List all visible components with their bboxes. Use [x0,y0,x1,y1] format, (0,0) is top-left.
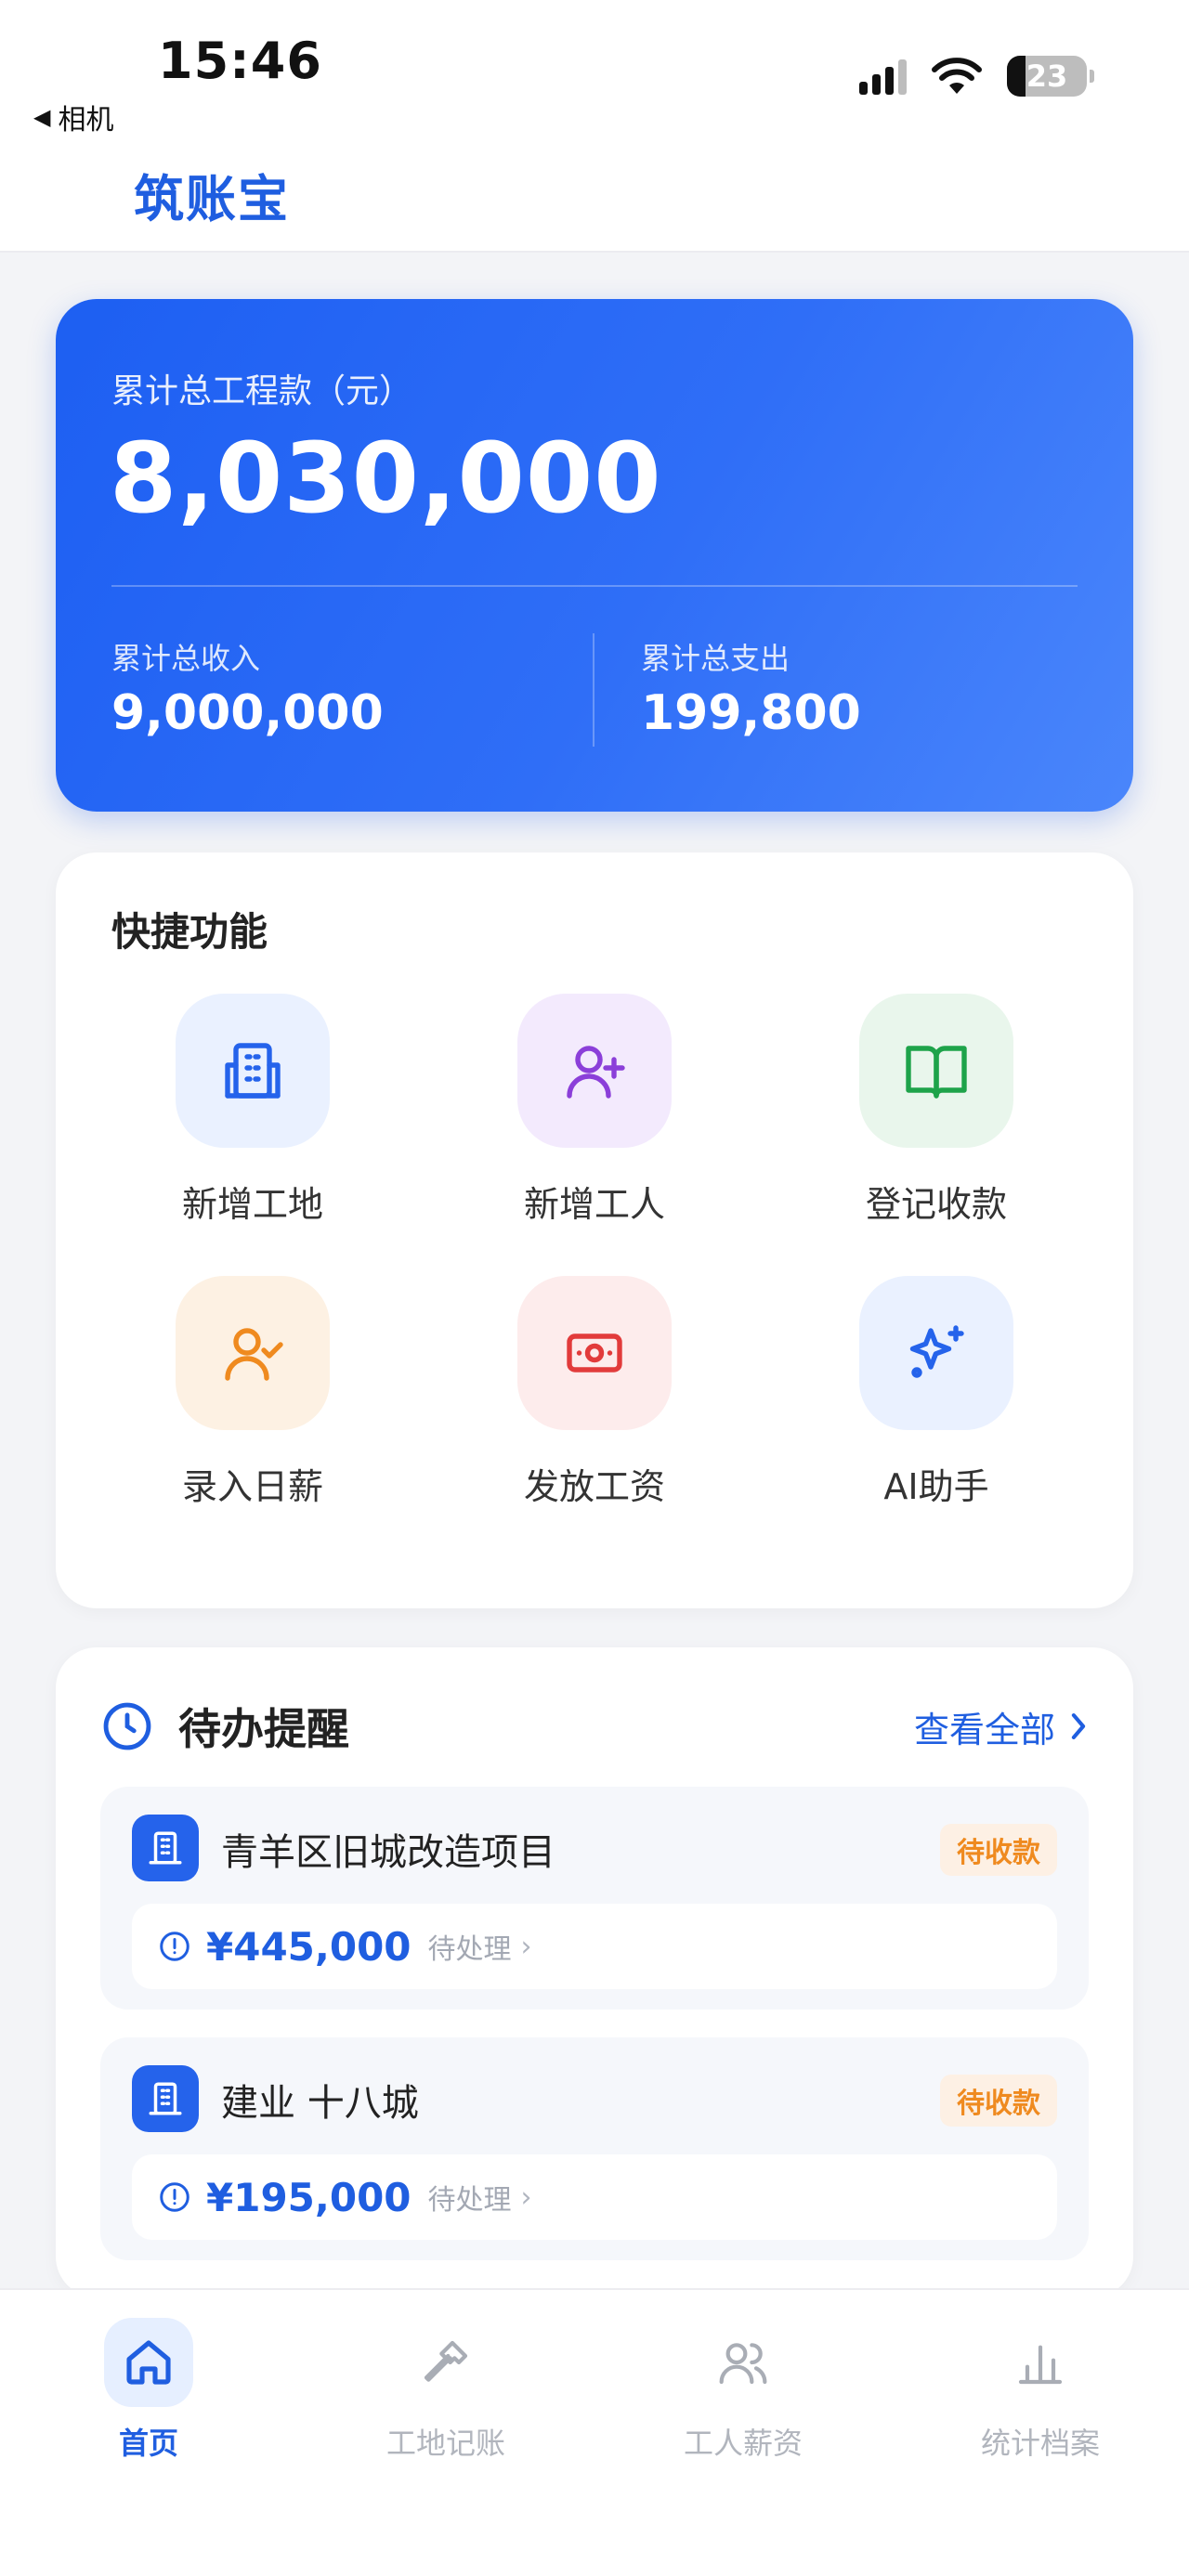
summary-divider [111,585,1078,587]
tab-home-label: 首页 [118,2426,178,2461]
view-all-label: 查看全部 [913,1709,1055,1750]
user-check-icon [176,1276,330,1430]
banknote-icon [517,1276,672,1430]
todo-item-amount: ¥445,000 [206,1923,412,1970]
quick-pay-wages-label: 发放工资 [523,1466,665,1507]
todo-item-amount-row[interactable]: ¥195,000 待处理 › [132,2154,1057,2240]
tab-home[interactable]: 首页 [0,2318,297,2463]
quick-pay-wages-button[interactable]: 发放工资 [455,1276,734,1509]
cellular-signal-icon [859,58,907,95]
quick-daily-wage-label: 录入日薪 [181,1466,323,1507]
todo-item[interactable]: 建业 十八城 待收款 ¥195,000 待处理 › [100,2037,1089,2260]
status-time: 15:46 [158,32,322,90]
total-project-label: 累计总工程款（元） [111,372,413,410]
status-badge: 待收款 [940,2075,1057,2127]
users-icon [699,2318,788,2407]
user-plus-icon [517,994,672,1148]
clock-icon [103,1702,151,1750]
home-icon [104,2318,193,2407]
building-icon [132,1815,199,1881]
app-title: 筑账宝 [134,170,290,228]
todo-item-amount-row[interactable]: ¥445,000 待处理 › [132,1904,1057,1989]
todo-item-name: 青羊区旧城改造项目 [221,1831,555,1874]
quick-functions-card: 快捷功能 新增工地 新增工人 登记收款 录入日薪 发放工资 AI助手 [56,852,1133,1608]
todo-item-amount: ¥195,000 [206,2174,412,2220]
quick-add-site-button[interactable]: 新增工地 [113,994,392,1227]
tab-worker-salary[interactable]: 工人薪资 [594,2318,892,2463]
wifi-icon [932,58,982,94]
back-label: 相机 [58,104,114,137]
alert-circle-icon [160,2182,189,2212]
total-income-value: 9,000,000 [111,685,384,741]
quick-register-payment-button[interactable]: 登记收款 [797,994,1076,1227]
quick-add-site-label: 新增工地 [181,1184,323,1225]
system-icons: 23 [859,56,1094,97]
top-bar: 15:46 ◀ 相机 23 筑账宝 [0,0,1189,253]
todo-title: 待办提醒 [178,1704,349,1754]
summary-vertical-divider [593,633,594,747]
quick-add-worker-button[interactable]: 新增工人 [455,994,734,1227]
chevron-right-icon: › [520,1930,532,1963]
todo-item-status: 待处理 [427,2184,512,2217]
chevron-right-icon [1071,1713,1086,1739]
tab-statistics[interactable]: 统计档案 [892,2318,1189,2463]
todo-card: 待办提醒 查看全部 青羊区旧城改造项目 待收款 ¥445,000 待处理 › 建… [56,1647,1133,2297]
todo-header: 待办提醒 查看全部 [100,1694,1089,1759]
alert-circle-icon [160,1932,189,1961]
hammer-icon [401,2318,490,2407]
total-expense-value: 199,800 [641,685,861,741]
quick-register-payment-label: 登记收款 [865,1184,1007,1225]
tab-worker-salary-label: 工人薪资 [683,2426,803,2461]
view-all-link[interactable]: 查看全部 [914,1701,1089,1752]
todo-item[interactable]: 青羊区旧城改造项目 待收款 ¥445,000 待处理 › [100,1787,1089,2010]
bottom-tab-bar: 首页 工地记账 工人薪资 统计档案 [0,2288,1189,2576]
back-arrow-icon: ◀ [33,104,51,130]
battery-icon: 23 [1007,56,1094,97]
building-icon [176,994,330,1148]
total-project-value: 8,030,000 [110,422,662,535]
quick-functions-title: 快捷功能 [111,909,268,955]
battery-level: 23 [1026,59,1068,94]
tab-site-accounting-label: 工地记账 [385,2426,505,2461]
todo-item-status: 待处理 [427,1933,512,1966]
book-open-icon [859,994,1013,1148]
back-to-camera-link[interactable]: ◀ 相机 [33,97,113,137]
quick-daily-wage-button[interactable]: 录入日薪 [113,1276,392,1509]
total-income-label: 累计总收入 [111,641,261,676]
bar-chart-icon [996,2318,1085,2407]
tab-site-accounting[interactable]: 工地记账 [297,2318,594,2463]
quick-ai-assistant-button[interactable]: AI助手 [797,1276,1076,1509]
tab-statistics-label: 统计档案 [980,2426,1100,2461]
quick-ai-assistant-label: AI助手 [883,1466,989,1507]
battery-fill [1007,56,1026,97]
quick-add-worker-label: 新增工人 [523,1184,665,1225]
building-icon [132,2065,199,2132]
todo-item-name: 建业 十八城 [221,2082,419,2125]
sparkles-icon [859,1276,1013,1430]
summary-card: 累计总工程款（元） 8,030,000 累计总收入 9,000,000 累计总支… [56,299,1133,812]
status-badge: 待收款 [940,1824,1057,1876]
chevron-right-icon: › [520,2180,532,2214]
total-expense-label: 累计总支出 [641,641,790,676]
